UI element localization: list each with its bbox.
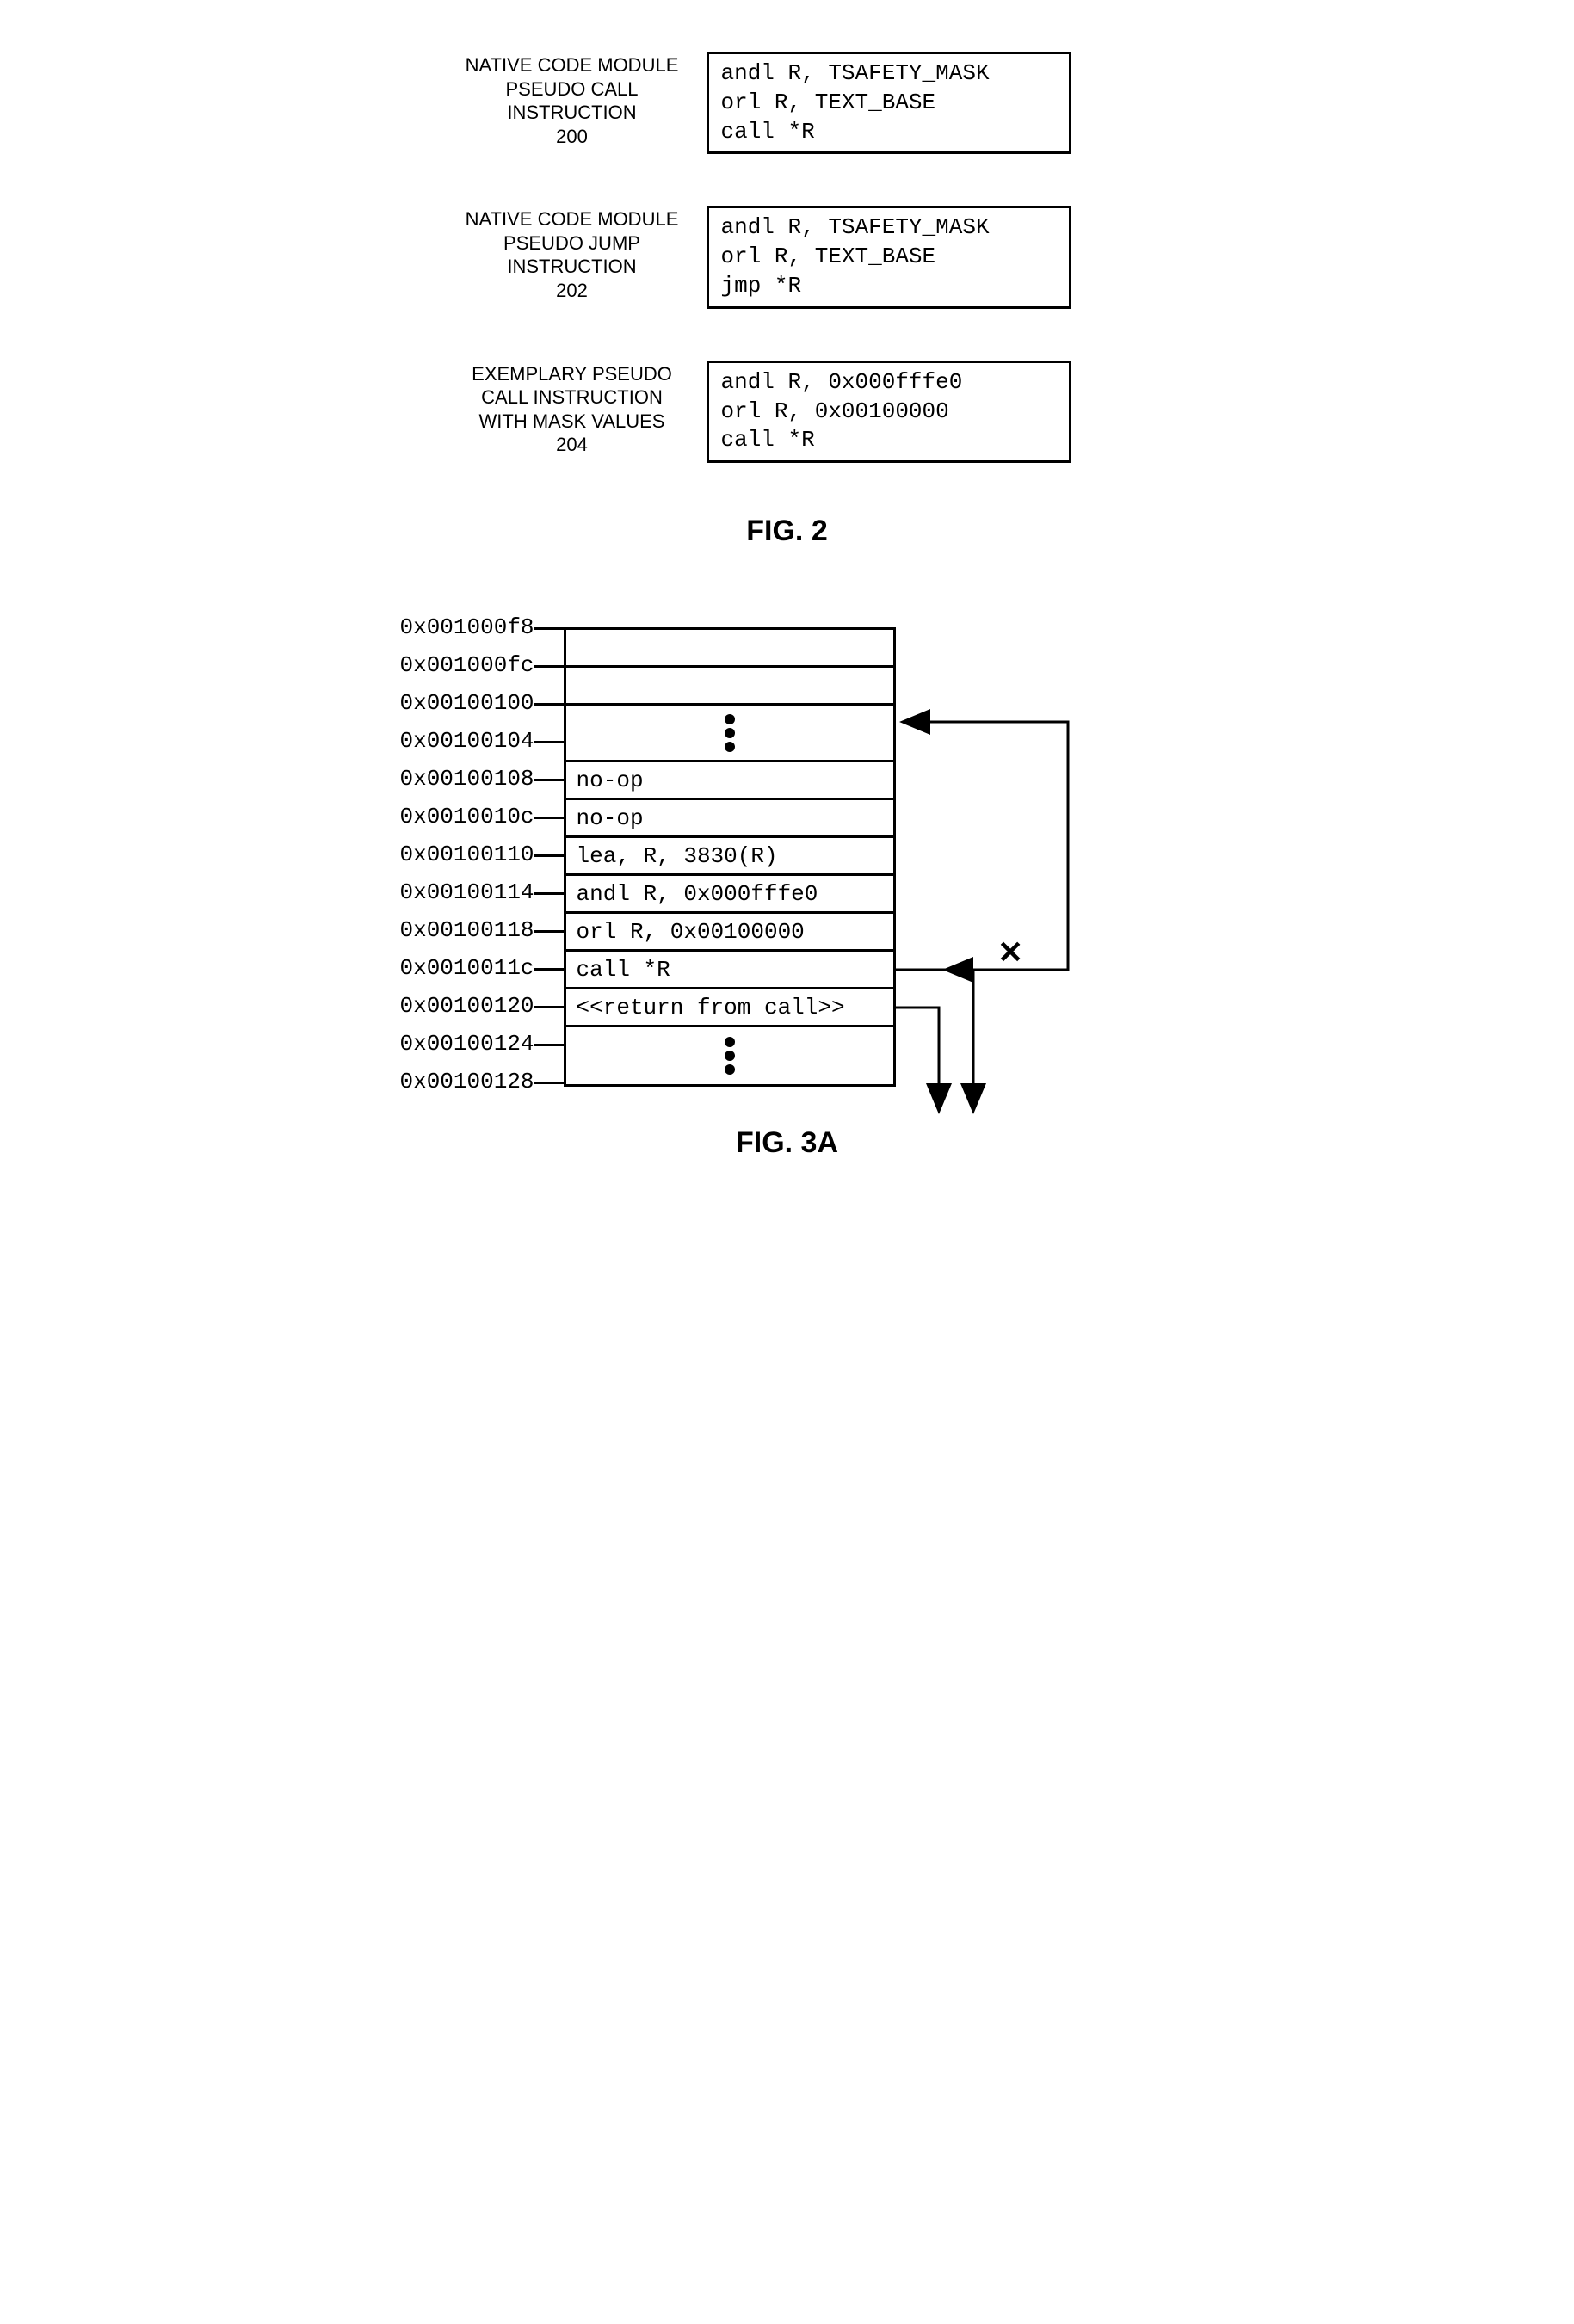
code-box: andl R, TSAFETY_MASK orl R, TEXT_BASE ca… [707, 52, 1071, 154]
code-box: andl R, TSAFETY_MASK orl R, TEXT_BASE jm… [707, 206, 1071, 308]
table-row [566, 668, 893, 706]
label-line: NATIVE CODE MODULE [443, 207, 701, 231]
label-line: CALL INSTRUCTION [443, 385, 701, 410]
arrows-svg: ✕ [896, 627, 1102, 1161]
block-label: EXEMPLARY PSEUDO CALL INSTRUCTION WITH M… [443, 361, 707, 457]
pseudo-call-block: NATIVE CODE MODULE PSEUDO CALL INSTRUCTI… [443, 52, 1132, 154]
code-line: andl R, TSAFETY_MASK [721, 60, 990, 86]
label-line: PSEUDO CALL [443, 77, 701, 102]
address: 0x001000fc [400, 646, 534, 684]
address-column: 0x001000f8 0x001000fc 0x00100100 0x00100… [400, 608, 534, 1100]
code-line: orl R, 0x00100000 [721, 398, 949, 424]
label-line: PSEUDO JUMP [443, 231, 701, 256]
call-down-arrow [896, 970, 973, 1109]
label-line: INSTRUCTION [443, 255, 701, 279]
table-row: orl R, 0x00100000 [566, 914, 893, 952]
block-label: NATIVE CODE MODULE PSEUDO JUMP INSTRUCTI… [443, 206, 707, 302]
address: 0x00100110 [400, 835, 534, 873]
address: 0x0010011c [400, 949, 534, 987]
memory-table: no-op no-op lea, R, 3830(R) andl R, 0x00… [564, 627, 896, 1087]
code-box: andl R, 0x000fffe0 orl R, 0x00100000 cal… [707, 361, 1071, 463]
table-row: call *R [566, 952, 893, 989]
vertical-dots-icon [725, 1035, 735, 1076]
code-line: call *R [721, 427, 815, 453]
code-line: call *R [721, 119, 815, 145]
address: 0x00100100 [400, 684, 534, 722]
table-row: no-op [566, 762, 893, 800]
label-line: 200 [443, 125, 701, 149]
exemplary-mask-block: EXEMPLARY PSEUDO CALL INSTRUCTION WITH M… [443, 361, 1132, 463]
return-arrow [896, 1008, 939, 1109]
label-line: WITH MASK VALUES [443, 410, 701, 434]
code-line: orl R, TEXT_BASE [721, 89, 936, 115]
figure-2: NATIVE CODE MODULE PSEUDO CALL INSTRUCTI… [443, 52, 1132, 548]
address: 0x00100104 [400, 722, 534, 760]
label-line: EXEMPLARY PSEUDO [443, 362, 701, 386]
vertical-dots-icon [725, 712, 735, 754]
table-row-dots [566, 1027, 893, 1084]
address: 0x00100124 [400, 1025, 534, 1063]
label-line: 202 [443, 279, 701, 303]
label-line: INSTRUCTION [443, 101, 701, 125]
figure-3a: 0x001000f8 0x001000fc 0x00100100 0x00100… [400, 608, 1175, 1160]
figure-2-caption: FIG. 2 [443, 515, 1132, 548]
pseudo-jump-block: NATIVE CODE MODULE PSEUDO JUMP INSTRUCTI… [443, 206, 1132, 308]
address: 0x0010010c [400, 798, 534, 835]
cross-icon: ✕ [997, 934, 1023, 970]
table-row: no-op [566, 800, 893, 838]
code-line: orl R, TEXT_BASE [721, 243, 936, 269]
address: 0x00100120 [400, 987, 534, 1025]
address: 0x00100108 [400, 760, 534, 798]
table-row-dots [566, 706, 893, 762]
call-arrow [896, 722, 1068, 970]
table-row [566, 630, 893, 668]
address: 0x001000f8 [400, 608, 534, 646]
code-line: andl R, TSAFETY_MASK [721, 214, 990, 240]
label-line: NATIVE CODE MODULE [443, 53, 701, 77]
address: 0x00100118 [400, 911, 534, 949]
code-line: jmp *R [721, 273, 802, 299]
address: 0x00100114 [400, 873, 534, 911]
table-row: <<return from call>> [566, 989, 893, 1027]
label-line: 204 [443, 433, 701, 457]
address: 0x00100128 [400, 1063, 534, 1100]
table-row: lea, R, 3830(R) [566, 838, 893, 876]
code-line: andl R, 0x000fffe0 [721, 369, 963, 395]
block-label: NATIVE CODE MODULE PSEUDO CALL INSTRUCTI… [443, 52, 707, 148]
table-row: andl R, 0x000fffe0 [566, 876, 893, 914]
